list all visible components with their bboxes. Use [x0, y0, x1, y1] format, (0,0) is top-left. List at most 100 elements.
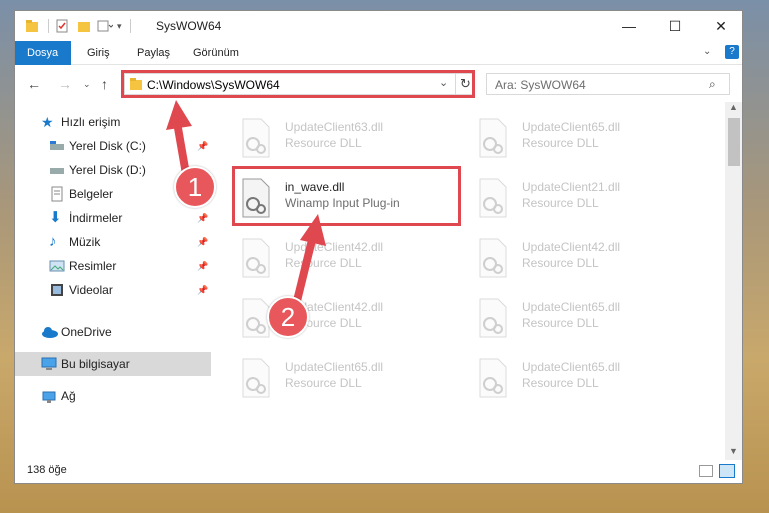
sidebar-item-pictures[interactable]: Resimler 📌	[15, 254, 211, 278]
dll-file-icon	[242, 118, 270, 158]
dll-file-icon	[242, 238, 270, 278]
tab-share[interactable]: Paylaş	[125, 41, 182, 65]
sidebar-item-downloads[interactable]: ⬇ İndirmeler 📌	[15, 206, 211, 230]
documents-icon	[49, 186, 65, 202]
sidebar-item-music[interactable]: ♪ Müzik 📌	[15, 230, 211, 254]
dll-file-icon	[242, 358, 270, 398]
dll-file-icon	[479, 298, 507, 338]
vertical-scrollbar[interactable]: ▲ ▼	[725, 102, 742, 460]
file-type: Resource DLL	[522, 256, 599, 270]
file-name: UpdateClient42.dll	[285, 240, 384, 254]
sidebar-item-label: Müzik	[69, 235, 101, 249]
item-count: 138 öğe	[27, 464, 67, 476]
file-name: UpdateClient65.dll	[285, 360, 384, 374]
file-name: UpdateClient63.dll	[285, 120, 384, 134]
tiles-view-icon[interactable]	[719, 464, 735, 478]
file-type: Resource DLL	[285, 256, 362, 270]
pin-icon[interactable]: 📌	[197, 237, 208, 248]
dll-file-icon	[479, 118, 507, 158]
recent-locations-icon[interactable]: ⌄	[83, 79, 91, 90]
scroll-up-icon[interactable]: ▲	[729, 102, 738, 112]
window-title: SysWOW64	[156, 19, 222, 33]
sidebar-item-videos[interactable]: Videolar 📌	[15, 278, 211, 302]
file-type: Resource DLL	[522, 196, 599, 210]
tab-home[interactable]: Giriş	[75, 41, 122, 65]
scroll-down-icon[interactable]: ▼	[729, 446, 738, 456]
chevron-down-icon[interactable]: ⌄	[703, 46, 711, 57]
file-name: UpdateClient21.dll	[522, 180, 621, 194]
step-2-badge: 2	[267, 296, 309, 338]
file-name: UpdateClient65.dll	[522, 360, 621, 374]
sidebar-item-label: Belgeler	[69, 187, 114, 201]
sidebar-item-label: Bu bilgisayar	[61, 357, 130, 371]
sidebar-item-label: Yerel Disk (C:)	[69, 139, 146, 153]
tab-view[interactable]: Görünüm	[181, 41, 251, 65]
computer-icon	[41, 356, 57, 372]
close-button[interactable]: ✕	[698, 11, 742, 41]
video-icon	[49, 282, 65, 298]
pictures-icon	[49, 258, 65, 274]
file-name: UpdateClient65.dll	[522, 300, 621, 314]
sidebar-item-quick-access[interactable]: ★ Hızlı erişim	[15, 110, 211, 134]
sidebar-item-label: OneDrive	[61, 325, 112, 339]
file-type: Resource DLL	[522, 136, 599, 150]
up-arrow-icon[interactable]: ↑	[101, 76, 108, 92]
sidebar-item-onedrive[interactable]: OneDrive	[15, 320, 211, 344]
cloud-icon	[41, 324, 58, 340]
help-icon[interactable]: ?	[725, 45, 739, 59]
sidebar-item-label: Hızlı erişim	[61, 115, 121, 129]
file-highlight-box	[232, 166, 461, 226]
drive-icon	[49, 138, 65, 154]
maximize-button[interactable]: ☐	[652, 11, 698, 41]
search-input[interactable]: Ara: SysWOW64	[495, 78, 586, 92]
pin-icon[interactable]: 📌	[197, 285, 208, 296]
file-list: UpdateClient63.dll Resource DLL UpdateCl…	[211, 102, 725, 460]
music-icon: ♪	[49, 233, 57, 250]
properties-icon[interactable]	[55, 19, 69, 33]
back-arrow-icon[interactable]: ←	[27, 76, 41, 92]
pin-icon[interactable]: 📌	[197, 213, 208, 224]
pin-icon[interactable]: 📌	[197, 261, 208, 272]
star-icon: ★	[41, 114, 54, 130]
minimize-button[interactable]: —	[606, 11, 652, 41]
sidebar-item-network[interactable]: Ağ	[15, 384, 211, 408]
search-icon[interactable]: ⌕	[709, 77, 716, 92]
file-item[interactable]: UpdateClient65.dll Resource DLL	[476, 116, 676, 166]
file-item[interactable]: UpdateClient42.dll Resource DLL	[239, 236, 439, 286]
step-1-badge: 1	[174, 166, 216, 208]
sidebar-item-this-pc[interactable]: Bu bilgisayar	[15, 352, 211, 376]
search-box[interactable]: Ara: SysWOW64 ⌕	[486, 73, 730, 95]
scrollbar-thumb[interactable]	[728, 118, 740, 166]
sidebar-item-label: Ağ	[61, 389, 76, 403]
ribbon: Dosya Giriş Paylaş Görünüm ⌄ ?	[15, 41, 742, 65]
forward-arrow-icon[interactable]: →	[58, 76, 72, 92]
customize-icon[interactable]	[97, 19, 113, 33]
file-item[interactable]: UpdateClient65.dll Resource DLL	[476, 296, 676, 346]
sidebar-item-label: Videolar	[69, 283, 113, 297]
sidebar-item-label: İndirmeler	[69, 211, 123, 225]
file-item[interactable]: UpdateClient42.dll Resource DLL	[476, 236, 676, 286]
sidebar-item-label: Yerel Disk (D:)	[69, 163, 146, 177]
drive-icon	[49, 162, 65, 178]
tab-file[interactable]: Dosya	[15, 41, 71, 65]
file-item[interactable]: UpdateClient21.dll Resource DLL	[476, 176, 676, 226]
sidebar-item-local-disk-c[interactable]: Yerel Disk (C:) 📌	[15, 134, 211, 158]
file-type: Resource DLL	[285, 376, 362, 390]
sidebar-item-label: Resimler	[69, 259, 117, 273]
network-icon	[41, 388, 57, 404]
file-item[interactable]: UpdateClient65.dll Resource DLL	[239, 356, 439, 406]
address-highlight-box	[121, 70, 475, 98]
file-type: Resource DLL	[522, 376, 599, 390]
pin-icon[interactable]: 📌	[197, 141, 208, 152]
dropdown-arrow-icon[interactable]: ▾	[117, 21, 122, 32]
title-bar: ▾ SysWOW64 — ☐ ✕	[15, 11, 742, 41]
quick-access-toolbar: ▾	[25, 17, 131, 35]
file-item[interactable]: UpdateClient63.dll Resource DLL	[239, 116, 439, 166]
details-view-icon[interactable]	[699, 465, 713, 477]
dll-file-icon	[479, 358, 507, 398]
file-type: Resource DLL	[285, 136, 362, 150]
status-bar: 138 öğe	[15, 460, 742, 483]
file-item[interactable]: UpdateClient65.dll Resource DLL	[476, 356, 676, 406]
new-folder-icon[interactable]	[77, 19, 91, 33]
navigation-pane: ★ Hızlı erişim Yerel Disk (C:) 📌 Yerel D…	[15, 102, 211, 460]
